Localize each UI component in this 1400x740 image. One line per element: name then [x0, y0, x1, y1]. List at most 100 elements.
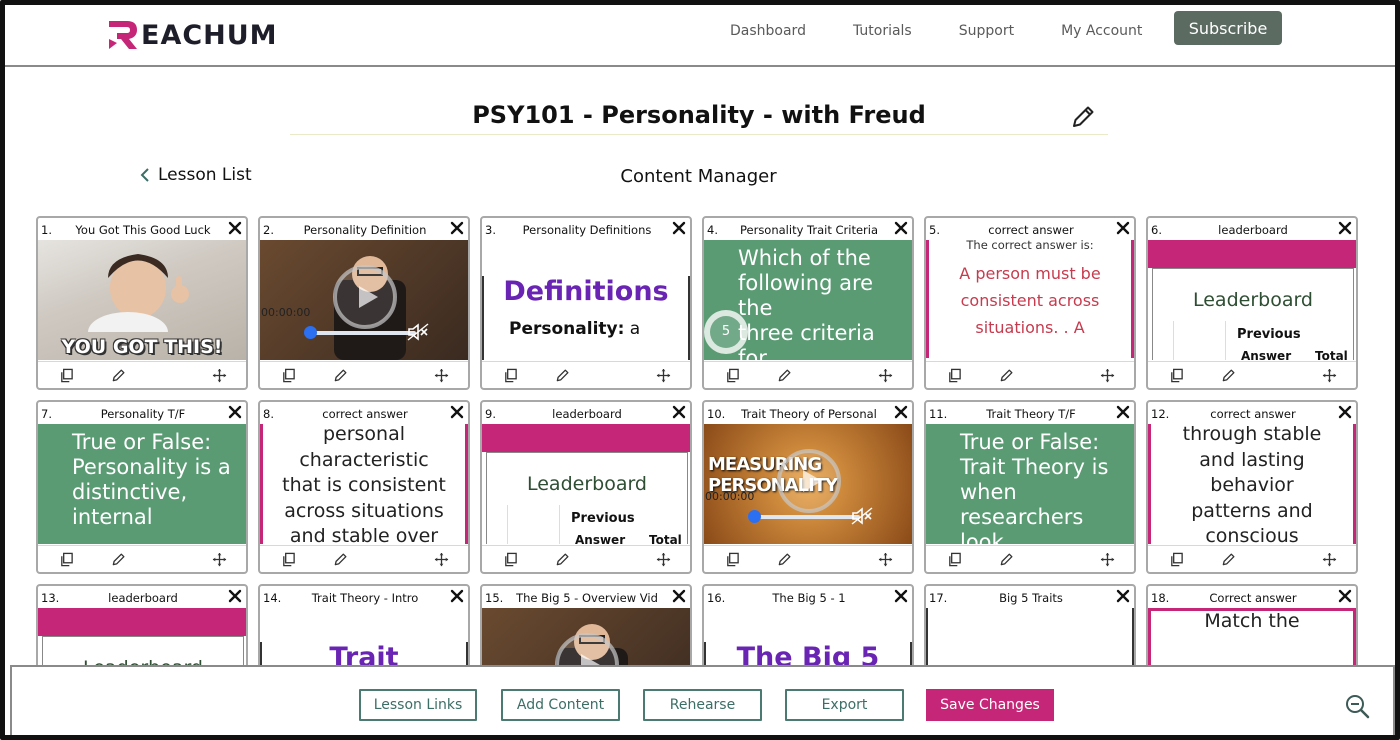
content-card[interactable]: 11. Trait Theory T/F True or False: Trait T… [924, 400, 1136, 574]
drag-card-handle[interactable] [656, 552, 671, 567]
drag-card-handle[interactable] [212, 368, 227, 383]
play-circle-icon[interactable] [552, 630, 622, 666]
add-content-button[interactable]: Add Content [501, 689, 620, 721]
video-scrubber-handle[interactable] [304, 326, 317, 339]
content-card[interactable]: 5. correct answer The correct answer is: A … [924, 216, 1136, 390]
duplicate-card-button[interactable] [947, 368, 962, 383]
nav-my-account[interactable]: My Account [1061, 23, 1142, 39]
edit-title-pencil-icon[interactable] [1069, 103, 1097, 131]
muted-speaker-icon[interactable] [406, 322, 430, 342]
edit-card-button[interactable] [777, 368, 792, 383]
content-card[interactable]: 6. leaderboard Leaderboard Previous Answer To… [1146, 216, 1358, 390]
video-progress-track[interactable] [306, 331, 416, 335]
content-card[interactable]: 10. Trait Theory of Personal MEASURING PER… [702, 400, 914, 574]
card-preview[interactable]: MEASURING PERSONALITY 00:00:00 [704, 424, 912, 544]
content-card[interactable]: 4. Personality Trait Criteria Which of the… [702, 216, 914, 390]
edit-card-button[interactable] [999, 368, 1014, 383]
drag-card-handle[interactable] [1322, 552, 1337, 567]
card-preview[interactable]: Definitions Personality: a [482, 240, 690, 360]
delete-card-button[interactable] [671, 404, 687, 420]
card-preview[interactable]: through stable and lasting behavior pattern… [1148, 424, 1356, 544]
delete-card-button[interactable] [1337, 404, 1353, 420]
delete-card-button[interactable] [227, 220, 243, 236]
content-card[interactable]: 8. correct answer personal characteristic th… [258, 400, 470, 574]
card-preview[interactable]: Which of the following are the three crite… [704, 240, 912, 360]
edit-card-button[interactable] [555, 552, 570, 567]
card-preview[interactable]: True or False: Trait Theory is when researc… [926, 424, 1134, 544]
save-changes-button[interactable]: Save Changes [926, 689, 1054, 721]
edit-card-button[interactable] [111, 552, 126, 567]
card-preview[interactable]: Match the [1148, 608, 1356, 666]
delete-card-button[interactable] [1115, 588, 1131, 604]
nav-tutorials[interactable]: Tutorials [853, 23, 912, 39]
content-card[interactable]: 3. Personality Definitions Definitions Pers… [480, 216, 692, 390]
delete-card-button[interactable] [893, 404, 909, 420]
delete-card-button[interactable] [449, 404, 465, 420]
content-card[interactable]: 1. You Got This Good Luck YOU GOT THIS! [36, 216, 248, 390]
drag-card-handle[interactable] [1322, 368, 1337, 383]
drag-card-handle[interactable] [1100, 368, 1115, 383]
card-preview[interactable]: 00:00:00 [260, 240, 468, 360]
card-preview[interactable]: personal characteristic that is consistent… [260, 424, 468, 544]
duplicate-card-button[interactable] [1169, 368, 1184, 383]
card-preview[interactable]: Leaderboard Previous Answer Total [482, 424, 690, 544]
content-card[interactable]: 7. Personality T/F True or False: Personali… [36, 400, 248, 574]
zoom-out-icon[interactable] [1344, 693, 1370, 719]
card-preview[interactable]: YOU GOT THIS! [38, 240, 246, 360]
drag-card-handle[interactable] [212, 552, 227, 567]
delete-card-button[interactable] [1115, 404, 1131, 420]
duplicate-card-button[interactable] [59, 552, 74, 567]
play-circle-icon[interactable] [774, 446, 844, 516]
card-preview[interactable]: The correct answer is: A person must be co… [926, 240, 1134, 360]
delete-card-button[interactable] [893, 220, 909, 236]
rehearse-button[interactable]: Rehearse [643, 689, 762, 721]
duplicate-card-button[interactable] [281, 552, 296, 567]
duplicate-card-button[interactable] [1169, 552, 1184, 567]
card-preview[interactable]: Leaderboard Previous Answer Total [1148, 240, 1356, 360]
video-scrubber-handle[interactable] [748, 510, 761, 523]
edit-card-button[interactable] [555, 368, 570, 383]
duplicate-card-button[interactable] [947, 552, 962, 567]
delete-card-button[interactable] [449, 220, 465, 236]
duplicate-card-button[interactable] [281, 368, 296, 383]
drag-card-handle[interactable] [434, 368, 449, 383]
edit-card-button[interactable] [111, 368, 126, 383]
delete-card-button[interactable] [893, 588, 909, 604]
duplicate-card-button[interactable] [503, 552, 518, 567]
nav-dashboard[interactable]: Dashboard [730, 23, 806, 39]
content-card[interactable]: 16. The Big 5 - 1 The Big 5 [702, 584, 914, 666]
card-preview[interactable] [926, 608, 1134, 666]
content-card[interactable]: 15. The Big 5 - Overview Vid [480, 584, 692, 666]
edit-card-button[interactable] [333, 368, 348, 383]
content-card[interactable]: 13. leaderboard LeaderboardPreviousAnswerT… [36, 584, 248, 666]
delete-card-button[interactable] [227, 588, 243, 604]
drag-card-handle[interactable] [434, 552, 449, 567]
delete-card-button[interactable] [671, 588, 687, 604]
edit-card-button[interactable] [333, 552, 348, 567]
content-card[interactable]: 12. correct answer through stable and lasti… [1146, 400, 1358, 574]
nav-support[interactable]: Support [959, 23, 1014, 39]
delete-card-button[interactable] [1337, 220, 1353, 236]
card-preview[interactable] [482, 608, 690, 666]
delete-card-button[interactable] [449, 588, 465, 604]
edit-card-button[interactable] [1221, 368, 1236, 383]
video-progress-track[interactable] [750, 515, 860, 519]
delete-card-button[interactable] [671, 220, 687, 236]
subscribe-button[interactable]: Subscribe [1174, 11, 1282, 45]
muted-speaker-icon[interactable] [850, 506, 874, 526]
reachum-logo[interactable]: EACHUM [105, 15, 278, 55]
edit-card-button[interactable] [777, 552, 792, 567]
drag-card-handle[interactable] [656, 368, 671, 383]
lesson-list-back-link[interactable]: Lesson List [138, 165, 252, 185]
duplicate-card-button[interactable] [503, 368, 518, 383]
delete-card-button[interactable] [1115, 220, 1131, 236]
content-card[interactable]: 2. Personality Definition 00:00:00 [258, 216, 470, 390]
duplicate-card-button[interactable] [725, 552, 740, 567]
edit-card-button[interactable] [999, 552, 1014, 567]
card-preview[interactable]: True or False: Personality is a distinctiv… [38, 424, 246, 544]
delete-card-button[interactable] [1337, 588, 1353, 604]
card-preview[interactable]: The Big 5 [704, 608, 912, 666]
content-card[interactable]: 18. Correct answer Match the [1146, 584, 1358, 666]
content-card[interactable]: 9. leaderboard Leaderboard Previous Answer To… [480, 400, 692, 574]
content-card[interactable]: 14. Trait Theory - Intro Trait [258, 584, 470, 666]
